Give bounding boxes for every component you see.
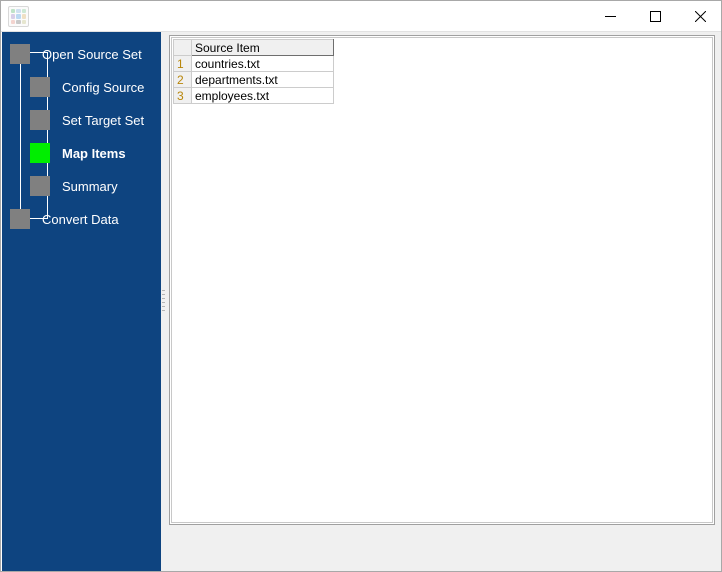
window-controls bbox=[588, 1, 721, 32]
sidebar-item-map-items[interactable]: Map Items bbox=[30, 142, 126, 164]
step-marker-map-items bbox=[30, 143, 50, 163]
cell-source-item[interactable]: employees.txt bbox=[191, 87, 334, 104]
maximize-icon[interactable] bbox=[633, 1, 678, 32]
table-row[interactable]: 2 departments.txt bbox=[173, 71, 334, 88]
app-window: Open Source Set Config Source Set Target… bbox=[0, 0, 722, 572]
row-number[interactable]: 1 bbox=[173, 55, 192, 72]
main-content: Source Item 1 countries.txt 2 department… bbox=[168, 32, 721, 571]
tree-connector-outer-vertical bbox=[20, 62, 21, 218]
grid-corner-header bbox=[173, 39, 192, 56]
row-number[interactable]: 3 bbox=[173, 87, 192, 104]
table-row[interactable]: 3 employees.txt bbox=[173, 87, 334, 104]
sidebar-item-label: Set Target Set bbox=[62, 112, 145, 128]
table-grid-icon bbox=[8, 6, 29, 27]
step-marker-summary bbox=[30, 176, 50, 196]
sidebar-item-label: Config Source bbox=[62, 79, 145, 95]
panel-splitter[interactable] bbox=[161, 32, 168, 571]
source-item-list-panel: Source Item 1 countries.txt 2 department… bbox=[169, 35, 715, 525]
sidebar-item-label: Open Source Set bbox=[42, 46, 142, 62]
step-marker-open-source-set bbox=[10, 44, 30, 64]
window-bottom-strip bbox=[168, 562, 721, 571]
minimize-icon[interactable] bbox=[588, 1, 633, 32]
cell-source-item[interactable]: countries.txt bbox=[191, 55, 334, 72]
step-marker-convert-data bbox=[10, 209, 30, 229]
table-row[interactable]: 1 countries.txt bbox=[173, 55, 334, 72]
sidebar-item-convert-data[interactable]: Convert Data bbox=[10, 208, 119, 230]
sidebar-item-label: Convert Data bbox=[42, 211, 119, 227]
column-header-source-item[interactable]: Source Item bbox=[191, 39, 334, 56]
wizard-step-tree: Open Source Set Config Source Set Target… bbox=[2, 32, 161, 232]
source-item-grid[interactable]: Source Item 1 countries.txt 2 department… bbox=[173, 39, 334, 104]
wizard-sidebar: Open Source Set Config Source Set Target… bbox=[2, 32, 161, 571]
sidebar-item-open-source-set[interactable]: Open Source Set bbox=[10, 43, 142, 65]
row-number[interactable]: 2 bbox=[173, 71, 192, 88]
table-header-row: Source Item bbox=[173, 39, 334, 56]
cell-source-item[interactable]: departments.txt bbox=[191, 71, 334, 88]
step-marker-config-source bbox=[30, 77, 50, 97]
close-icon[interactable] bbox=[678, 1, 721, 32]
title-bar bbox=[1, 1, 721, 32]
splitter-grip[interactable] bbox=[162, 290, 165, 314]
sidebar-item-summary[interactable]: Summary bbox=[30, 175, 118, 197]
sidebar-item-set-target-set[interactable]: Set Target Set bbox=[30, 109, 144, 131]
sidebar-item-config-source[interactable]: Config Source bbox=[30, 76, 144, 98]
sidebar-item-label: Summary bbox=[62, 178, 118, 194]
sidebar-item-label: Map Items bbox=[62, 145, 126, 161]
source-item-list-inner: Source Item 1 countries.txt 2 department… bbox=[171, 37, 713, 523]
step-marker-set-target-set bbox=[30, 110, 50, 130]
